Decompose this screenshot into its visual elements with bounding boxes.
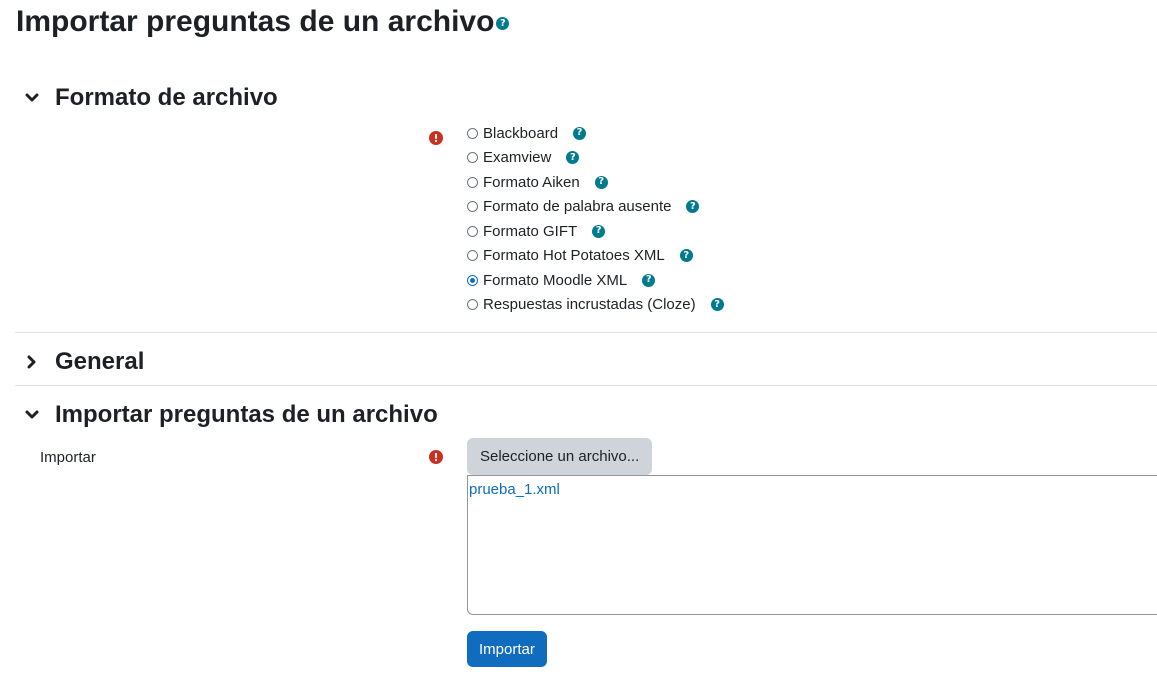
section-title-format: Formato de archivo [55,84,278,111]
section-header-import[interactable]: Importar preguntas de un archivo [22,401,438,429]
help-icon[interactable]: ? [679,249,693,263]
radio-label[interactable]: Blackboard [483,125,558,142]
help-icon[interactable]: ? [710,298,724,312]
required-icon: ! [429,131,443,145]
radio-label[interactable]: Formato Aiken [483,174,580,191]
radio-option-blackboard[interactable]: Blackboard ? [467,121,724,146]
radio-option-hot-potatoes[interactable]: Formato Hot Potatoes XML ? [467,244,724,269]
section-title-import: Importar preguntas de un archivo [55,401,438,428]
radio-option-aiken[interactable]: Formato Aiken ? [467,170,724,195]
radio-label[interactable]: Formato Hot Potatoes XML [483,247,665,264]
radio-label[interactable]: Respuestas incrustadas (Cloze) [483,296,696,313]
radio-button[interactable] [467,250,478,262]
radio-button[interactable] [467,152,478,164]
section-title-general: General [55,348,145,375]
radio-label[interactable]: Formato GIFT [483,223,577,240]
radio-button-checked[interactable] [467,274,478,286]
page-title: Importar preguntas de un archivo ? [16,4,510,40]
radio-label[interactable]: Examview [483,149,551,166]
format-radio-group: Blackboard ? Examview ? Formato Aiken ? … [467,121,724,317]
select-file-button[interactable]: Seleccione un archivo... [467,438,653,475]
radio-option-cloze[interactable]: Respuestas incrustadas (Cloze) ? [467,293,724,318]
help-icon[interactable]: ? [566,151,580,165]
help-icon[interactable]: ? [594,175,608,189]
import-submit-button[interactable]: Importar [467,631,547,667]
import-field-label: Importar [40,449,96,466]
chevron-right-icon [22,352,42,372]
radio-label[interactable]: Formato Moodle XML [483,272,627,289]
help-icon[interactable]: ? [592,224,606,238]
help-icon[interactable]: ? [496,17,510,30]
page-title-text: Importar preguntas de un archivo [16,5,495,38]
section-divider [15,385,1157,386]
help-icon[interactable]: ? [686,200,700,214]
help-icon[interactable]: ? [642,273,656,287]
uploaded-file-link[interactable]: prueba_1.xml [469,481,560,498]
section-divider [15,332,1157,333]
chevron-down-icon [22,88,42,108]
radio-button[interactable] [467,299,478,311]
radio-label[interactable]: Formato de palabra ausente [483,198,671,215]
radio-button[interactable] [467,201,478,213]
radio-option-missing-word[interactable]: Formato de palabra ausente ? [467,195,724,220]
radio-button[interactable] [467,225,478,237]
required-icon: ! [429,450,443,464]
help-icon[interactable]: ? [573,126,587,140]
section-header-format[interactable]: Formato de archivo [22,84,278,112]
radio-option-moodle-xml[interactable]: Formato Moodle XML ? [467,268,724,293]
radio-button[interactable] [467,127,478,139]
section-header-general[interactable]: General [22,348,144,376]
radio-button[interactable] [467,176,478,188]
chevron-down-icon [22,405,42,425]
radio-option-gift[interactable]: Formato GIFT ? [467,219,724,244]
radio-option-examview[interactable]: Examview ? [467,146,724,171]
file-drop-area[interactable]: prueba_1.xml [467,475,1157,615]
